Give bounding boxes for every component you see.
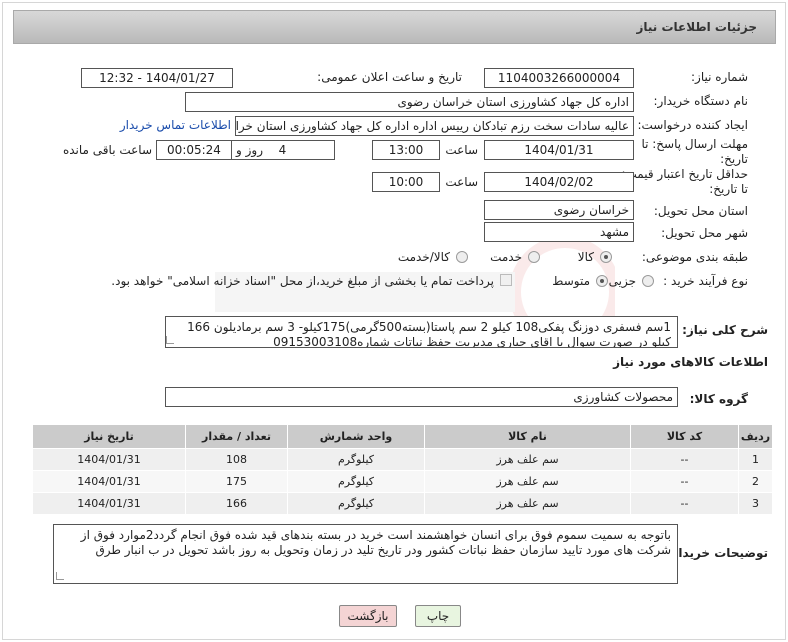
table-row: 1 -- سم علف هرز کیلوگرم 108 1404/01/31 — [32, 448, 773, 471]
validity-date-field: 1404/02/02 — [484, 172, 634, 192]
province-field: خراسان رضوی — [484, 200, 634, 220]
cell-qty: 166 — [185, 492, 288, 515]
send-deadline-label-2: تاریخ: — [720, 152, 748, 166]
category-radio-goods[interactable] — [600, 251, 612, 263]
goods-group-field: محصولات کشاورزی — [165, 387, 678, 407]
description-field[interactable]: 1سم فسفری دوزنگ پفکی108 کیلو 2 سم پاستا(… — [165, 316, 678, 348]
need-number-label: شماره نیاز: — [691, 70, 748, 84]
contact-buyer-link[interactable]: اطلاعات تماس خریدار — [120, 118, 231, 132]
back-button[interactable]: بازگشت — [339, 605, 397, 627]
col-date: تاریخ نیاز — [32, 424, 186, 449]
col-unit: واحد شمارش — [287, 424, 425, 449]
cell-code: -- — [630, 492, 739, 515]
category-option-service: خدمت — [490, 250, 522, 264]
cell-name: سم علف هرز — [424, 470, 631, 493]
cell-unit: کیلوگرم — [287, 448, 425, 471]
creator-field: عالیه سادات سخت رزم تبادکان رییس اداره ا… — [235, 116, 634, 136]
col-code: کد کالا — [630, 424, 739, 449]
goods-table: ردیف کد کالا نام کالا واحد شمارش تعداد /… — [32, 424, 773, 515]
announce-field: 1404/01/27 - 12:32 — [81, 68, 233, 88]
send-time-field: 13:00 — [372, 140, 440, 160]
cell-date: 1404/01/31 — [32, 448, 186, 471]
process-radio-minor[interactable] — [642, 275, 654, 287]
page-header: جزئیات اطلاعات نیاز — [13, 10, 776, 44]
buyer-org-field: اداره کل جهاد کشاورزی استان خراسان رضوی — [185, 92, 634, 112]
announce-label: تاریخ و ساعت اعلان عمومی: — [317, 70, 462, 84]
table-row: 2 -- سم علف هرز کیلوگرم 175 1404/01/31 — [32, 470, 773, 493]
cell-name: سم علف هرز — [424, 448, 631, 471]
send-deadline-label: مهلت ارسال پاسخ: تا — [641, 137, 748, 151]
cell-row: 3 — [738, 492, 773, 515]
need-number-field: 1104003266000004 — [484, 68, 634, 88]
col-row: ردیف — [738, 424, 773, 449]
city-field: مشهد — [484, 222, 634, 242]
city-label: شهر محل تحویل: — [661, 226, 748, 240]
col-qty: تعداد / مقدار — [185, 424, 288, 449]
payment-checkbox[interactable] — [500, 274, 512, 286]
process-radio-medium[interactable] — [596, 275, 608, 287]
cell-row: 1 — [738, 448, 773, 471]
table-row: 3 -- سم علف هرز کیلوگرم 166 1404/01/31 — [32, 492, 773, 515]
col-name: نام کالا — [424, 424, 631, 449]
cell-date: 1404/01/31 — [32, 470, 186, 493]
remaining-time-field: 00:05:24 — [156, 140, 232, 160]
remaining-label: ساعت باقی مانده — [62, 143, 152, 157]
process-label: نوع فرآیند خرید : — [663, 274, 748, 288]
category-option-both: کالا/خدمت — [397, 250, 450, 264]
validity-time-field: 10:00 — [372, 172, 440, 192]
validity-label: حداقل تاریخ اعتبار قیمت: — [621, 167, 748, 181]
description-label: شرح کلی نیاز: — [682, 323, 768, 337]
send-date-field: 1404/01/31 — [484, 140, 634, 160]
cell-code: -- — [630, 448, 739, 471]
cell-unit: کیلوگرم — [287, 492, 425, 515]
payment-note: پرداخت تمام یا بخشی از مبلغ خرید،از محل … — [111, 274, 494, 288]
buyer-notes-label: توضیحات خریدار: — [666, 546, 768, 560]
send-time-label: ساعت — [445, 143, 478, 157]
validity-time-label: ساعت — [445, 175, 478, 189]
category-radio-both[interactable] — [456, 251, 468, 263]
cell-name: سم علف هرز — [424, 492, 631, 515]
cell-date: 1404/01/31 — [32, 492, 186, 515]
category-label: طبقه بندی موضوعی: — [641, 250, 748, 264]
notes-resize-handle[interactable] — [56, 572, 64, 580]
goods-table-header: ردیف کد کالا نام کالا واحد شمارش تعداد /… — [32, 424, 773, 449]
process-option-medium: متوسط — [552, 274, 590, 288]
page-title: جزئیات اطلاعات نیاز — [636, 20, 757, 34]
buyer-org-label: نام دستگاه خریدار: — [653, 94, 749, 108]
description-resize-handle[interactable] — [166, 336, 174, 344]
cell-qty: 108 — [185, 448, 288, 471]
print-button[interactable]: چاپ — [415, 605, 461, 627]
category-option-goods: کالا — [577, 250, 594, 264]
cell-code: -- — [630, 470, 739, 493]
province-label: استان محل تحویل: — [653, 204, 748, 218]
process-option-minor: جزیی — [608, 274, 636, 288]
cell-qty: 175 — [185, 470, 288, 493]
validity-label-2: تا تاریخ: — [709, 182, 748, 196]
category-radio-service[interactable] — [528, 251, 540, 263]
goods-info-title: اطلاعات کالاهای مورد نیاز — [613, 355, 768, 369]
cell-unit: کیلوگرم — [287, 470, 425, 493]
goods-group-label: گروه کالا: — [689, 392, 748, 406]
cell-row: 2 — [738, 470, 773, 493]
days-label: روز و — [236, 143, 263, 157]
buyer-notes-field[interactable]: باتوجه به سمیت سموم فوق برای انسان خواهش… — [53, 524, 678, 584]
creator-label: ایجاد کننده درخواست: — [637, 118, 748, 132]
